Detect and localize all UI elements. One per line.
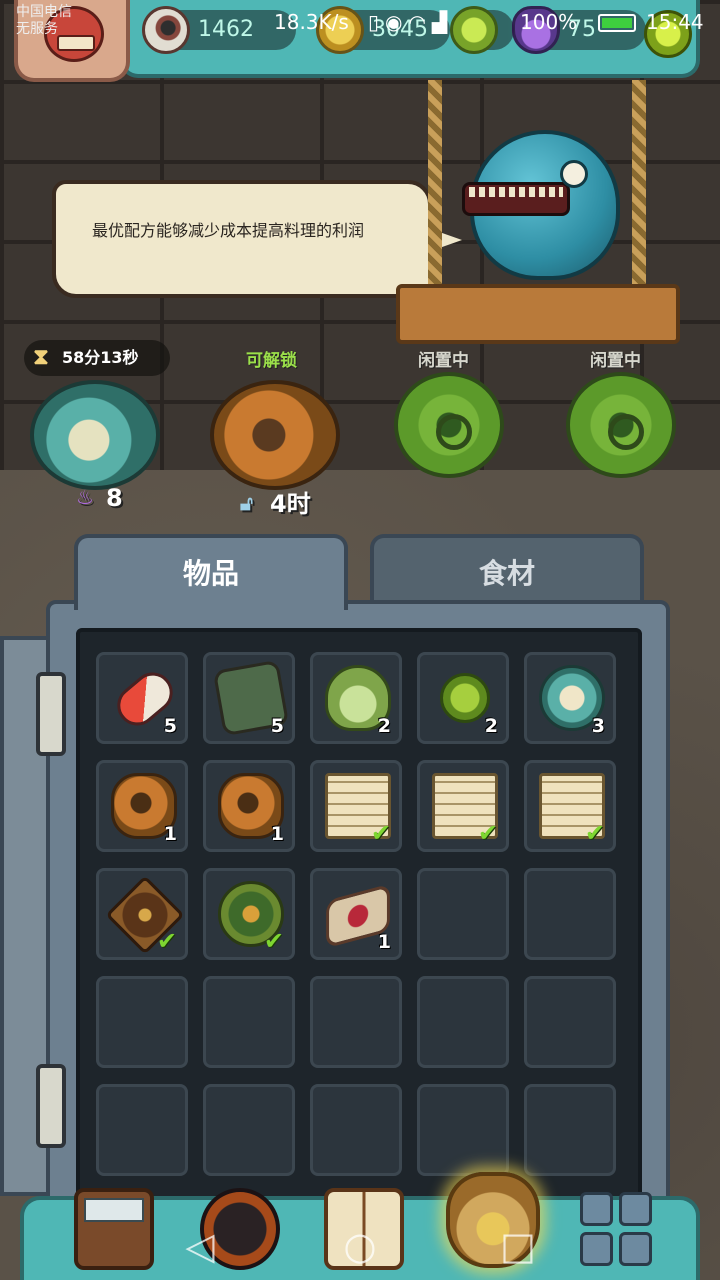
monster-chef-character[interactable] [460,120,630,290]
item-quantity: 2 [377,715,391,737]
leaf-sprout-icon [440,673,490,723]
item-quantity: 5 [163,715,177,737]
tab-items[interactable]: 物品 [74,534,348,610]
lock-icon: 🔓︎ [240,491,253,515]
station-2-stat: 🔓︎ 4时 [240,484,311,519]
inventory-slot-empty[interactable] [203,976,295,1068]
check-icon: ✔ [477,819,498,847]
station-1-creature[interactable] [30,380,160,490]
check-icon: ✔ [156,927,177,955]
item-quantity: 1 [270,823,284,845]
inventory-slot-empty[interactable] [417,868,509,960]
monster-mouth [462,182,570,216]
item-quantity: 1 [163,823,177,845]
item-quantity: 5 [270,715,284,737]
inventory-slot[interactable]: 1 [96,760,188,852]
signal-icon: ▟ [431,10,454,34]
inventory-slot-empty[interactable] [310,976,402,1068]
network-speed: 18.3K/s [274,10,349,34]
battery-percent: 100% [520,10,578,34]
inventory-slot-empty[interactable] [417,1084,509,1176]
status-icons: ▯◉◠▟ [368,10,453,34]
battery-icon [598,14,636,32]
inventory-slot[interactable]: 3 [524,652,616,744]
inventory-slot-empty[interactable] [524,868,616,960]
inventory-slot-empty[interactable] [96,976,188,1068]
inventory-slot[interactable]: ✔ [524,760,616,852]
back-key-icon[interactable]: ◁ [178,1224,222,1268]
hourglass-icon: ⧗ [33,345,49,370]
inventory-slot-empty[interactable] [310,1084,402,1176]
station-1-stat: ♨ 8 [76,484,123,512]
carrier-name: 中国电信 [16,4,72,20]
status-bar: 中国电信 无服务 18.3K/s ▯◉◠▟ 100% 15:44 [0,0,720,44]
inventory-grid: 5 5 2 2 3 1 1 ✔ ✔ ✔ ✔ ✔ 1 [96,652,626,1176]
check-icon: ✔ [263,927,284,955]
inventory-slot-empty[interactable] [96,1084,188,1176]
tutorial-speech-bubble[interactable]: 最优配方能够减少成本提高料理的利润 [52,180,462,298]
wifi-icon: ◠ [408,10,432,34]
station-2-stat-value: 4时 [270,490,311,518]
carrier-info: 中国电信 无服务 [16,4,72,38]
inventory-slot-empty[interactable] [524,976,616,1068]
station-4-idle-slot[interactable] [566,372,676,478]
inventory-slot[interactable]: 2 [417,652,509,744]
station-1-stat-value: 8 [106,484,123,512]
inventory-slot-empty[interactable] [524,1084,616,1176]
monster-eye [560,160,588,188]
swing-platform [396,284,680,344]
item-quantity: 1 [377,931,391,953]
inventory-slot[interactable]: 5 [203,652,295,744]
inventory-slot[interactable]: 5 [96,652,188,744]
check-icon: ✔ [370,819,391,847]
station-1-timer-text: 58分13秒 [62,348,139,367]
inventory-slot[interactable]: ✔ [417,760,509,852]
inventory-slot[interactable]: 2 [310,652,402,744]
potion-icon: ♨ [76,485,94,509]
recents-key-icon[interactable]: □ [496,1224,540,1268]
item-quantity: 3 [591,715,605,737]
clock: 15:44 [646,10,704,34]
home-key-icon[interactable]: ○ [338,1224,382,1268]
inventory-slot[interactable]: 1 [310,868,402,960]
station-4-label: 闲置中 [590,351,641,371]
eye-comfort-icon: ◉ [385,10,409,34]
check-icon: ✔ [584,819,605,847]
station-1-timer: ⧗ 58分13秒 [24,340,170,376]
inventory-slot-empty[interactable] [203,1084,295,1176]
station-2-label: 可解锁 [246,351,297,371]
vibrate-icon: ▯ [368,10,386,34]
station-2-creature[interactable] [210,380,340,490]
inventory-slot[interactable]: ✔ [310,760,402,852]
tab-ingredients[interactable]: 食材 [370,534,644,610]
item-quantity: 2 [484,715,498,737]
panel-hinge-top [36,672,66,756]
inventory-slot[interactable]: ✔ [96,868,188,960]
system-navigation-keys: ◁ ○ □ [0,1220,720,1280]
inventory-slot[interactable]: 1 [203,760,295,852]
station-3-idle-slot[interactable] [394,372,504,478]
panel-hinge-bottom [36,1064,66,1148]
inventory-slot-empty[interactable] [417,976,509,1068]
station-3-label: 闲置中 [418,351,469,371]
tutorial-text: 最优配方能够减少成本提高料理的利润 [92,221,365,240]
inventory-slot[interactable]: ✔ [203,868,295,960]
carrier-service: 无服务 [16,21,58,37]
